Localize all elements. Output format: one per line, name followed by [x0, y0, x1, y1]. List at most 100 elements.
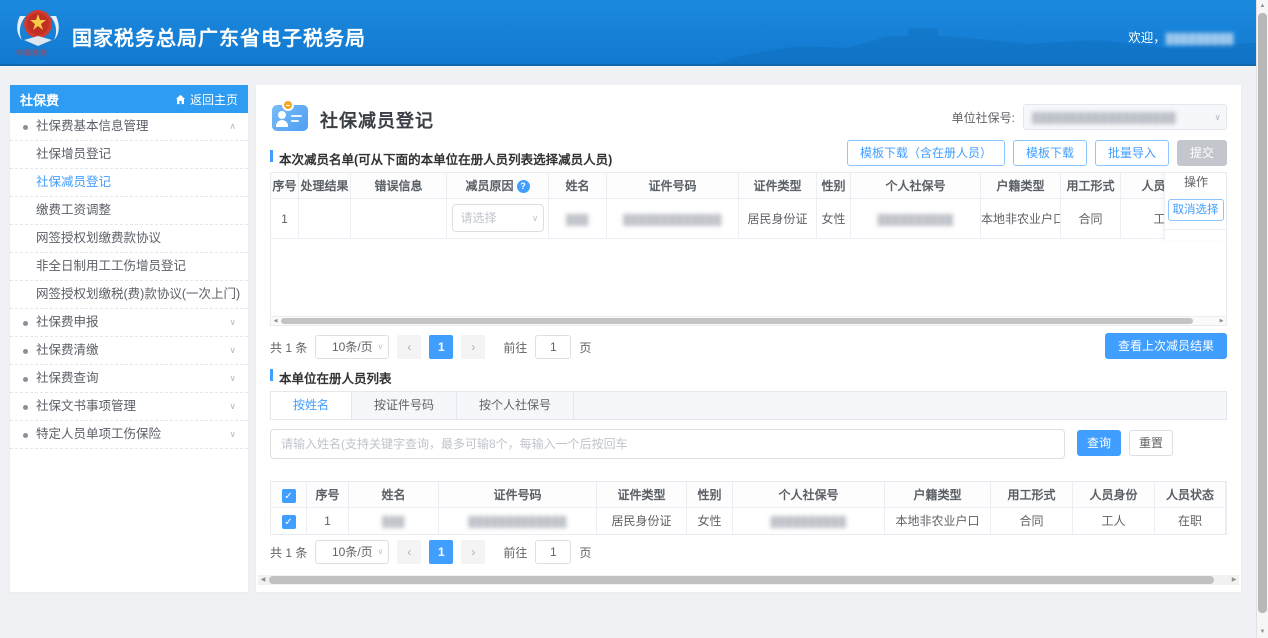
sidebar-item-label: 非全日制用工工伤增员登记: [36, 259, 186, 273]
sidebar-item-4[interactable]: 网签授权划缴费款协议: [10, 225, 248, 253]
hscroll-thumb[interactable]: [269, 576, 1214, 584]
roster-table-row: 1请选择∨████████████████居民身份证女性██████████本地…: [271, 199, 1211, 239]
main-panel: 社保减员登记 单位社保号: ███████████████████ ∨ 本次减员…: [256, 85, 1241, 592]
sidebar-item-8[interactable]: ∨社保费清缴: [10, 337, 248, 365]
vscroll-thumb[interactable]: [1258, 13, 1267, 613]
current-page-button[interactable]: 1: [429, 540, 453, 564]
current-page-button[interactable]: 1: [429, 335, 453, 359]
submit-button[interactable]: 提交: [1177, 140, 1227, 166]
query-button[interactable]: 查询: [1077, 430, 1121, 456]
sidebar-item-2[interactable]: 社保减员登记: [10, 169, 248, 197]
sidebar-item-3[interactable]: 缴费工资调整: [10, 197, 248, 225]
goto-page-input[interactable]: 1: [535, 540, 571, 564]
roster-col-header: 姓名: [549, 173, 607, 199]
sidebar-item-10[interactable]: ∨社保文书事项管理: [10, 393, 248, 421]
roster-col-header: 户籍类型: [981, 173, 1061, 199]
staff-col-header: 户籍类型: [885, 482, 991, 508]
id_type-value: 居民身份证: [747, 212, 807, 226]
page-unit: 页: [579, 544, 591, 561]
sidebar-item-6[interactable]: 网签授权划缴税(费)款协议(一次上门): [10, 281, 248, 309]
page-size-select[interactable]: 10条/页∨: [315, 540, 389, 564]
goto-page-input[interactable]: 1: [535, 335, 571, 359]
view-last-result-button[interactable]: 查看上次减员结果: [1105, 333, 1227, 359]
tab-0[interactable]: 按姓名: [271, 392, 352, 419]
scroll-left-arrow-icon[interactable]: ◀: [258, 575, 268, 585]
panel-hscrollbar[interactable]: ◀ ▶: [258, 575, 1239, 585]
row-checkbox[interactable]: ✓: [282, 515, 296, 529]
top-header: 中国税务 国家税务总局广东省电子税务局 欢迎，█████████: [0, 0, 1268, 66]
reset-button[interactable]: 重置: [1129, 430, 1173, 456]
tax-bureau-logo: 中国税务: [14, 6, 66, 62]
bullet-icon: [23, 349, 28, 354]
template-download-button[interactable]: 模板下载: [1013, 140, 1087, 166]
sidebar-item-label: 社保费查询: [36, 371, 99, 385]
sidebar-item-label: 网签授权划缴税(费)款协议(一次上门): [36, 287, 240, 301]
company-social-no-select[interactable]: ███████████████████ ∨: [1023, 104, 1227, 130]
roster-cell-result: [299, 199, 351, 239]
prev-page-button[interactable]: ‹: [397, 335, 421, 359]
back-home-link[interactable]: 返回主页: [175, 91, 238, 108]
page-size-select[interactable]: 10条/页∨: [315, 335, 389, 359]
bullet-icon: [23, 405, 28, 410]
roster-cell-id_number: █████████████: [607, 199, 739, 239]
roster-cell-gender: 女性: [817, 199, 851, 239]
scroll-down-arrow-icon[interactable]: ▼: [1257, 626, 1268, 638]
sidebar-item-9[interactable]: ∨社保费查询: [10, 365, 248, 393]
sidebar-item-1[interactable]: 社保增员登记: [10, 141, 248, 169]
sidebar-item-5[interactable]: 非全日制用工工伤增员登记: [10, 253, 248, 281]
gender-value: 女性: [821, 212, 845, 226]
sidebar-item-11[interactable]: ∨特定人员单项工伤保险: [10, 421, 248, 449]
staff-col-header: 证件号码: [439, 482, 597, 508]
staff-col-header: 姓名: [349, 482, 439, 508]
tab-2[interactable]: 按个人社保号: [457, 392, 574, 419]
sidebar-item-label: 缴费工资调整: [36, 203, 111, 217]
roster-col-header: 证件号码: [607, 173, 739, 199]
batch-import-button[interactable]: 批量导入: [1095, 140, 1169, 166]
page-vscrollbar[interactable]: ▲ ▼: [1256, 0, 1268, 638]
sidebar-item-7[interactable]: ∨社保费申报: [10, 309, 248, 337]
select-all-checkbox[interactable]: ✓: [282, 489, 296, 503]
roster-pagination: 共 1 条 10条/页∨ ‹ 1 › 前往 1 页: [270, 335, 591, 359]
chevron-down-icon: ∨: [532, 205, 539, 231]
hukou_type-value: 本地非农业户口: [981, 212, 1061, 226]
scroll-up-arrow-icon[interactable]: ▲: [1257, 0, 1268, 12]
tab-1[interactable]: 按证件号码: [352, 392, 457, 419]
minus-badge-icon: [282, 99, 294, 111]
bullet-icon: [23, 321, 28, 326]
staff-cell-checkbox: ✓: [271, 508, 307, 534]
scroll-right-arrow-icon[interactable]: ▶: [1217, 317, 1226, 325]
next-page-button[interactable]: ›: [461, 335, 485, 359]
prev-page-button[interactable]: ‹: [397, 540, 421, 564]
person_status-value: 在职: [1178, 514, 1202, 528]
chevron-down-icon: ∨: [377, 336, 383, 358]
sidebar-item-label: 网签授权划缴费款协议: [36, 231, 161, 245]
sidebar-item-0[interactable]: ∧社保费基本信息管理: [10, 113, 248, 141]
roster-cell-id_type: 居民身份证: [739, 199, 817, 239]
template-download-with-staff-button[interactable]: 模板下载（含在册人员）: [847, 140, 1005, 166]
person_identity-value: 工人: [1101, 514, 1125, 528]
name-value: ███: [566, 215, 589, 226]
welcome-prefix: 欢迎，: [1128, 31, 1166, 45]
staff-cell-person_identity: 工人: [1073, 508, 1155, 534]
sidebar-menu: ∧社保费基本信息管理社保增员登记社保减员登记缴费工资调整网签授权划缴费款协议非全…: [10, 113, 248, 449]
sidebar-item-label: 社保费清缴: [36, 343, 99, 357]
scroll-left-arrow-icon[interactable]: ◀: [271, 317, 280, 325]
index-value: 1: [281, 212, 288, 226]
reduction-reason-placeholder: 请选择: [461, 211, 497, 225]
page-unit: 页: [579, 339, 591, 356]
next-page-button[interactable]: ›: [461, 540, 485, 564]
scroll-right-arrow-icon[interactable]: ▶: [1229, 575, 1239, 585]
reduction-reason-select[interactable]: 请选择 ∨: [452, 204, 544, 232]
staff-col-header: 性别: [687, 482, 733, 508]
roster-table-hscrollbar[interactable]: ◀ ▶: [271, 316, 1226, 325]
cancel-selection-button[interactable]: 取消选择: [1168, 199, 1224, 221]
help-icon[interactable]: ?: [517, 180, 530, 193]
bullet-icon: [23, 377, 28, 382]
sidebar-item-label: 社保增员登记: [36, 147, 111, 161]
hscroll-thumb[interactable]: [281, 318, 1193, 324]
total-count: 共 1 条: [270, 339, 307, 356]
staff-cell-name: ███: [349, 508, 439, 534]
name-search-input[interactable]: 请输入姓名(支持关键字查询，最多可输8个，每输入一个后按回车: [270, 429, 1065, 459]
id_number-value: █████████████: [468, 517, 567, 528]
staff-table: ✓序号姓名证件号码证件类型性别个人社保号户籍类型用工形式人员身份人员状态 ✓1█…: [270, 481, 1227, 535]
